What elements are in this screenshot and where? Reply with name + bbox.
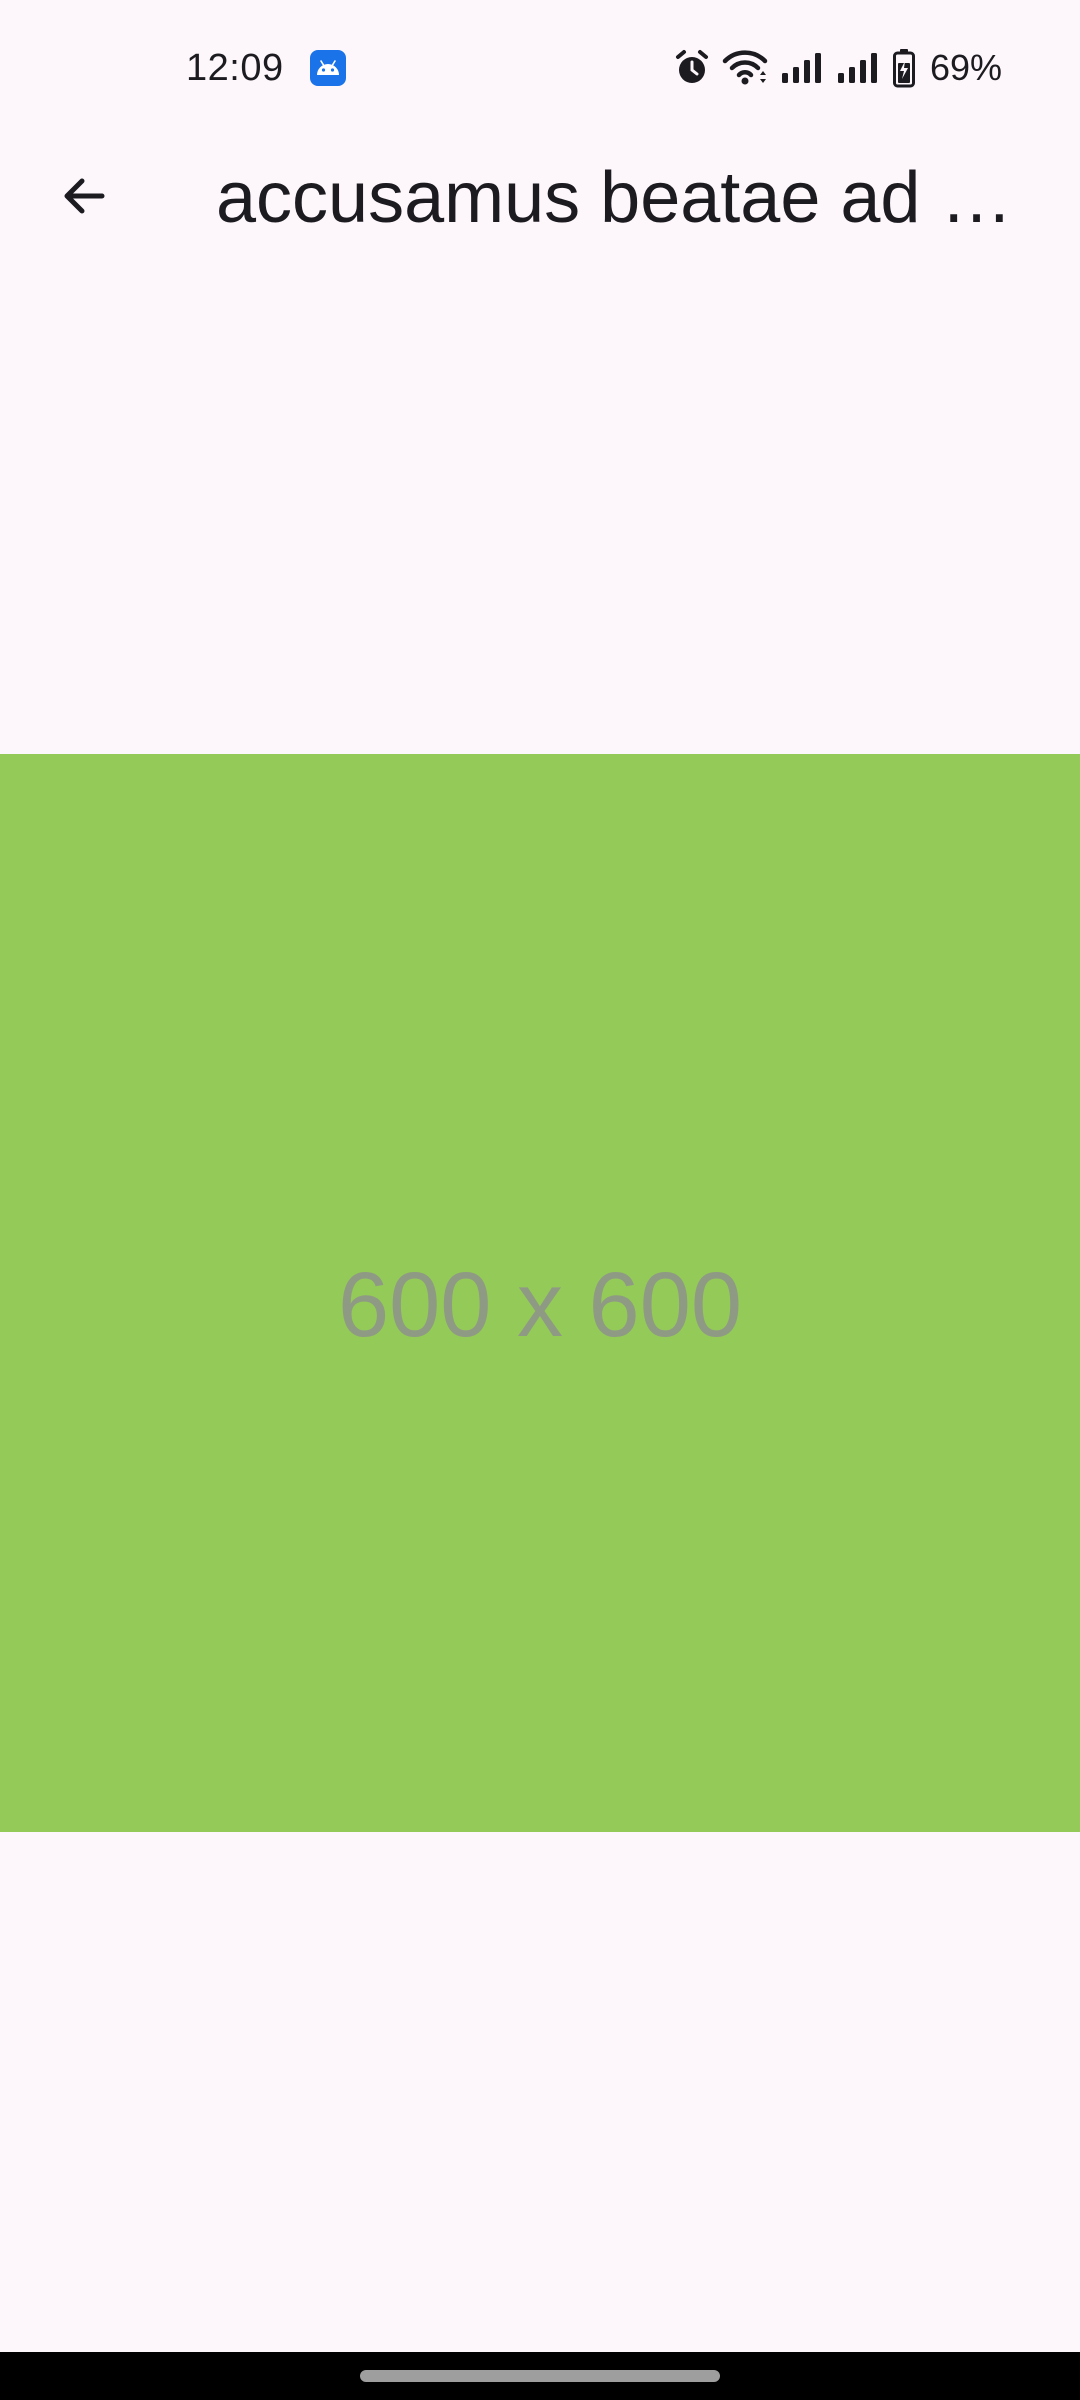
- arrow-back-icon: [56, 168, 112, 229]
- image-placeholder-label: 600 x 600: [337, 1253, 743, 1356]
- top-app-bar: accusamus beatae ad …: [0, 136, 1080, 238]
- android-app-icon: [310, 50, 346, 86]
- status-icons: 69%: [674, 44, 1002, 92]
- page-title: accusamus beatae ad …: [216, 158, 1013, 238]
- image-placeholder: 600 x 600: [0, 754, 1080, 1832]
- signal-icon: [836, 51, 880, 85]
- status-bar: 12:09 69%: [0, 0, 1080, 136]
- wifi-icon: [722, 49, 768, 87]
- battery-charging-icon: [892, 48, 916, 88]
- signal-icon: [780, 51, 824, 85]
- status-time: 12:09: [186, 47, 284, 89]
- battery-percent: 69%: [929, 47, 1002, 88]
- alarm-icon: [674, 49, 710, 87]
- system-navigation-bar: [0, 2352, 1080, 2400]
- home-indicator[interactable]: [360, 2370, 720, 2382]
- back-button[interactable]: [36, 150, 132, 246]
